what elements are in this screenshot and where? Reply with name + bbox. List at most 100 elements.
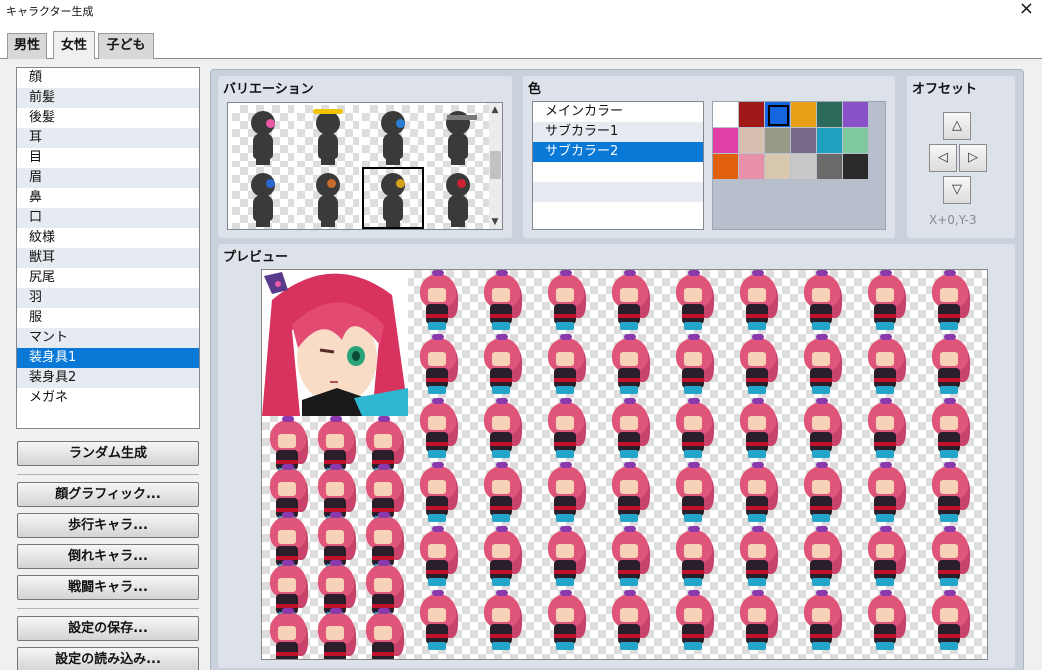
parts-list[interactable]: 顔前髪 後髪耳目眉鼻口紋様 獣耳 尻尾羽服マント 装身具1 装身具2 メガネ (16, 67, 200, 429)
offset-group: オフセット △ ◁ ▷ ▽ X+0,Y-3 (907, 76, 1015, 238)
tab-male[interactable]: 男性 (7, 33, 47, 59)
part-item[interactable]: 目 (17, 148, 199, 168)
face-graphic-button[interactable]: 顔グラフィック... (17, 482, 199, 507)
character-sprite (418, 462, 458, 524)
color-swatch[interactable] (713, 102, 738, 127)
color-swatch[interactable] (765, 128, 790, 153)
color-item-sub1[interactable]: サブカラー1 (533, 122, 703, 142)
character-sprite (482, 526, 522, 588)
color-swatch[interactable] (739, 128, 764, 153)
scroll-up-icon[interactable]: ▲ (490, 105, 500, 115)
offset-down-button[interactable]: ▽ (943, 176, 971, 204)
variation-option[interactable] (297, 105, 359, 167)
fallen-char-button[interactable]: 倒れキャラ... (17, 544, 199, 569)
main-content: 顔前髪 後髪耳目眉鼻口紋様 獣耳 尻尾羽服マント 装身具1 装身具2 メガネ ランダム生成 … (0, 59, 1042, 670)
color-swatch[interactable] (713, 128, 738, 153)
offset-right-button[interactable]: ▷ (959, 144, 987, 172)
character-sprite (674, 334, 714, 396)
part-item[interactable]: 装身具1 (17, 348, 199, 368)
tab-female[interactable]: 女性 (53, 31, 95, 59)
color-swatch[interactable] (791, 102, 816, 127)
variation-option[interactable] (232, 105, 294, 167)
color-swatch[interactable] (791, 128, 816, 153)
list-filler (533, 202, 703, 222)
color-palette[interactable] (712, 101, 886, 230)
character-sprite (802, 590, 842, 652)
part-item[interactable]: 顔 (17, 68, 199, 88)
character-sprite (546, 590, 586, 652)
part-item[interactable]: マント (17, 328, 199, 348)
part-item[interactable]: 口 (17, 208, 199, 228)
preview-canvas (261, 269, 988, 660)
random-generate-button[interactable]: ランダム生成 (17, 441, 199, 466)
character-sprite (930, 398, 970, 460)
color-swatch[interactable] (739, 102, 764, 127)
character-sprite (930, 590, 970, 652)
character-sprite (674, 526, 714, 588)
offset-left-button[interactable]: ◁ (929, 144, 957, 172)
variation-scrollbar[interactable]: ▲ ▼ (487, 103, 502, 229)
part-item[interactable]: 後髪 (17, 108, 199, 128)
part-item[interactable]: 前髪 (17, 88, 199, 108)
character-sprite (930, 526, 970, 588)
face-portrait (262, 270, 408, 416)
offset-up-button[interactable]: △ (943, 112, 971, 140)
scroll-thumb[interactable] (490, 151, 501, 179)
color-swatch[interactable] (843, 128, 868, 153)
part-item[interactable]: 服 (17, 308, 199, 328)
character-sprite (610, 590, 650, 652)
part-item[interactable]: メガネ (17, 388, 199, 408)
character-sprite (802, 462, 842, 524)
save-settings-button[interactable]: 設定の保存... (17, 616, 199, 641)
color-swatch[interactable] (817, 154, 842, 179)
color-swatch[interactable] (817, 102, 842, 127)
part-item[interactable]: 眉 (17, 168, 199, 188)
character-sprite (738, 526, 778, 588)
preview-group: プレビュー (218, 244, 1015, 668)
preview-title: プレビュー (223, 250, 289, 265)
part-item[interactable]: 獣耳 (17, 248, 199, 268)
variation-option[interactable] (362, 105, 424, 167)
variation-option[interactable] (427, 167, 489, 229)
part-item[interactable]: 鼻 (17, 188, 199, 208)
character-sprite (674, 270, 714, 332)
character-sprite (738, 398, 778, 460)
part-item[interactable]: 耳 (17, 128, 199, 148)
color-item-sub2[interactable]: サブカラー2 (533, 142, 703, 162)
part-item[interactable]: 羽 (17, 288, 199, 308)
load-settings-button[interactable]: 設定の読み込み... (17, 647, 199, 670)
close-icon[interactable]: × (1019, 0, 1034, 19)
character-sprite (610, 270, 650, 332)
color-item-main[interactable]: メインカラー (533, 102, 703, 122)
character-sprite (866, 462, 906, 524)
battle-char-button[interactable]: 戦闘キャラ... (17, 575, 199, 600)
accessory-icon (396, 179, 405, 188)
scroll-down-icon[interactable]: ▼ (490, 217, 500, 227)
character-sprite (482, 334, 522, 396)
color-swatch[interactable] (765, 102, 790, 127)
variation-option[interactable] (427, 105, 489, 167)
part-item[interactable]: 紋様 (17, 228, 199, 248)
character-sprite (674, 590, 714, 652)
variation-option[interactable] (362, 167, 424, 229)
offset-value: X+0,Y-3 (929, 213, 977, 227)
color-swatch[interactable] (843, 154, 868, 179)
variation-option[interactable] (297, 167, 359, 229)
color-swatch[interactable] (713, 154, 738, 179)
color-swatch[interactable] (843, 102, 868, 127)
variation-option[interactable] (232, 167, 294, 229)
color-swatch[interactable] (739, 154, 764, 179)
walk-char-button[interactable]: 歩行キャラ... (17, 513, 199, 538)
color-swatch[interactable] (791, 154, 816, 179)
tab-child[interactable]: 子ども (98, 33, 154, 59)
variation-grid[interactable]: ▲ ▼ (227, 102, 503, 230)
character-sprite (866, 334, 906, 396)
character-silhouette (443, 173, 473, 227)
color-swatch[interactable] (765, 154, 790, 179)
part-item[interactable]: 装身具2 (17, 368, 199, 388)
gender-tabs: 男性 女性 子ども (0, 22, 1042, 60)
character-sprite (610, 526, 650, 588)
part-item[interactable]: 尻尾 (17, 268, 199, 288)
color-swatch[interactable] (817, 128, 842, 153)
color-target-list[interactable]: メインカラー サブカラー1 サブカラー2 (532, 101, 704, 230)
